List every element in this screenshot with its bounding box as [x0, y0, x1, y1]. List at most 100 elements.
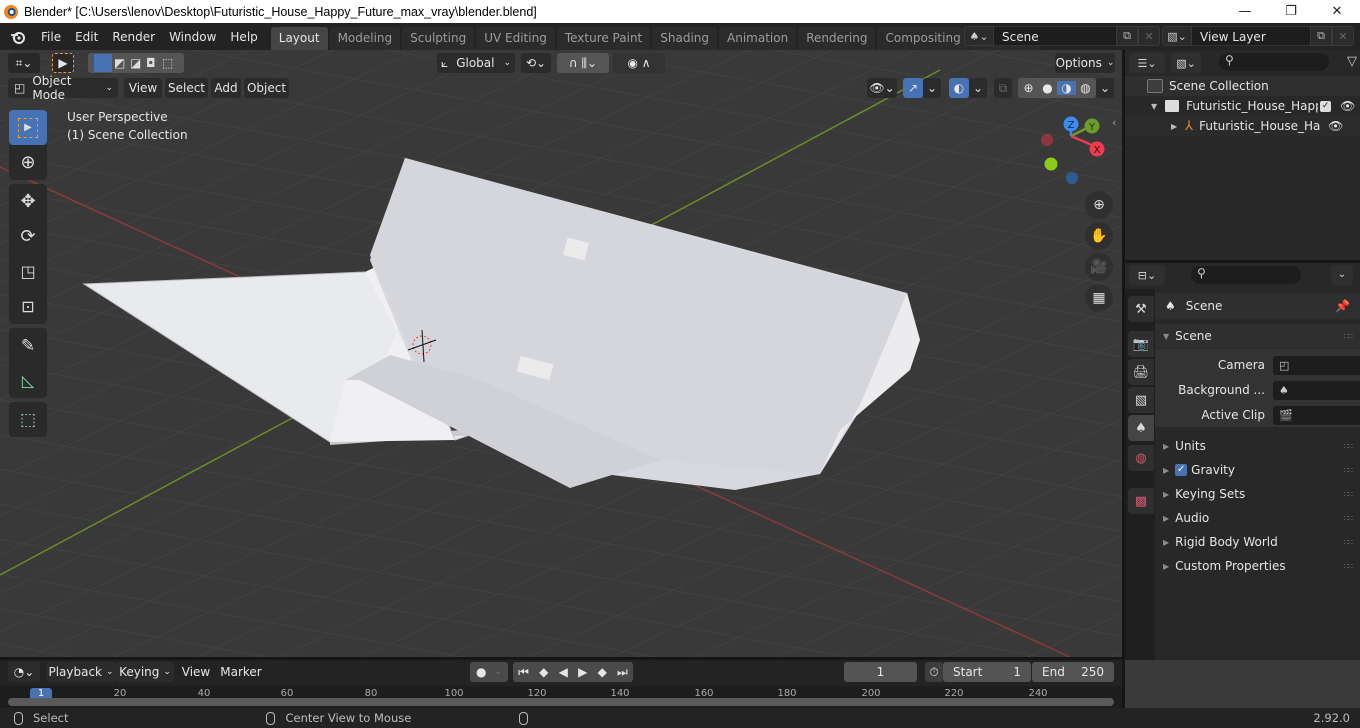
panel-custom-properties[interactable]: ▶ Custom Properties ∷∷ [1155, 554, 1360, 578]
outliner-row-object[interactable]: ▶ ⅄ Futuristic_House_Ha 👁 [1125, 116, 1360, 136]
view-layer-icon[interactable]: ▧⌄ [1162, 26, 1192, 46]
annotate-tool[interactable]: ✎ [9, 328, 47, 363]
filter-icon[interactable]: ▽ [1347, 54, 1357, 69]
scale-tool[interactable]: ◳ [9, 254, 47, 289]
rendered-shading-icon[interactable]: ◍ [1076, 81, 1095, 95]
tab-uv-editing[interactable]: UV Editing [476, 27, 555, 50]
rotate-tool[interactable]: ⟳ [9, 219, 47, 254]
delete-view-layer-icon[interactable]: ✕ [1332, 26, 1354, 46]
playback-menu[interactable]: Playback ⌄ [46, 662, 116, 682]
prev-keyframe-icon[interactable]: ◆ [539, 665, 548, 679]
start-frame-field[interactable]: Start 1 [943, 662, 1031, 682]
panel-scene-header[interactable]: ▼ Scene ∷∷ [1155, 324, 1360, 348]
timeline-view-menu[interactable]: View [180, 662, 212, 682]
panel-keying-sets[interactable]: ▶ Keying Sets ∷∷ [1155, 482, 1360, 506]
overlay-dropdown[interactable]: ⌄ [969, 78, 987, 98]
exclude-checkbox[interactable]: ✓ [1320, 100, 1332, 112]
transform-orientation-dropdown[interactable]: ⟀ Global ⌄ [437, 53, 515, 73]
select-box-tool[interactable]: ▶ [9, 110, 47, 145]
overlay-toggle[interactable]: ◐ [949, 78, 969, 98]
proportional-editing-toggle[interactable]: ◉ ∧ [613, 53, 665, 73]
snap-toggle[interactable]: ∩ ⫼⌄ [557, 53, 609, 73]
collapse-arrow-icon[interactable]: ▶ [1171, 122, 1177, 131]
editor-type-button[interactable]: ⌗⌄ [8, 53, 40, 73]
drag-handle-icon[interactable]: ∷∷ [1344, 562, 1353, 571]
navigation-gizmo[interactable]: Z Y X [1035, 112, 1115, 190]
timeline-scrollbar[interactable] [8, 698, 1114, 706]
menu-object[interactable]: Object [244, 78, 289, 98]
object-mode-dropdown[interactable]: ◰ Object Mode ⌄ [8, 74, 118, 102]
gravity-checkbox[interactable]: ✓ [1175, 464, 1188, 476]
pan-view-button[interactable]: ✋ [1085, 222, 1113, 250]
mode-set-icon[interactable] [94, 54, 112, 72]
gizmo-toggle[interactable]: ↗ [903, 78, 923, 98]
tab-layout[interactable]: Layout [270, 27, 328, 50]
auto-keying-toggle[interactable]: ● ⌄ [470, 662, 508, 682]
background-scene-field[interactable]: ♠ [1273, 380, 1360, 400]
tab-sculpting[interactable]: Sculpting [402, 27, 475, 50]
use-preview-range-toggle[interactable]: ⏱ [925, 662, 943, 682]
orthographic-toggle-button[interactable]: ▦ [1085, 284, 1113, 312]
zoom-view-button[interactable]: ⊕ [1085, 191, 1113, 219]
tab-compositing[interactable]: Compositing [877, 27, 969, 50]
jump-start-icon[interactable]: ⏮ [518, 665, 529, 680]
panel-audio[interactable]: ▶ Audio ∷∷ [1155, 506, 1360, 530]
view-layer-name-field[interactable]: View Layer [1192, 26, 1310, 46]
delete-scene-icon[interactable]: ✕ [1138, 26, 1160, 46]
menu-select[interactable]: Select [165, 78, 208, 98]
solid-shading-icon[interactable]: ● [1038, 81, 1057, 95]
tab-shading[interactable]: Shading [652, 27, 717, 50]
scene-icon[interactable]: ♠⌄ [964, 26, 994, 46]
tab-texture-paint[interactable]: Texture Paint [556, 27, 651, 50]
tab-world[interactable]: ◍ [1128, 445, 1154, 471]
new-scene-icon[interactable]: ⧉ [1116, 26, 1138, 46]
maximize-button[interactable]: ❐ [1268, 0, 1314, 23]
measure-tool[interactable]: ◺ [9, 363, 47, 398]
outliner-search-input[interactable]: ⚲ [1219, 53, 1329, 71]
mode-extend-icon[interactable]: ◩ [114, 56, 130, 70]
next-keyframe-icon[interactable]: ◆ [598, 665, 607, 679]
tab-modeling[interactable]: Modeling [329, 27, 401, 50]
add-cube-tool[interactable]: ⬚ [9, 402, 47, 437]
camera-field[interactable]: ◰ ✒ [1273, 355, 1360, 375]
menu-window[interactable]: Window [162, 26, 223, 48]
marker-menu[interactable]: Marker [218, 662, 264, 682]
drag-handle-icon[interactable]: ∷∷ [1344, 442, 1353, 451]
tab-tool[interactable]: ⚒ [1128, 296, 1154, 322]
current-frame-field[interactable]: 1 [844, 662, 917, 682]
tab-texture[interactable]: ▩ [1128, 488, 1154, 514]
mode-invert-icon[interactable]: ◘ [146, 56, 162, 70]
panel-gravity[interactable]: ▶ ✓ Gravity ∷∷ [1155, 458, 1360, 482]
move-tool[interactable]: ✥ [9, 184, 47, 219]
menu-render[interactable]: Render [105, 26, 162, 48]
end-frame-field[interactable]: End 250 [1032, 662, 1114, 682]
outliner-row-scene-collection[interactable]: Scene Collection [1125, 76, 1360, 96]
new-view-layer-icon[interactable]: ⧉ [1310, 26, 1332, 46]
select-tool-button[interactable]: ▶ [52, 53, 74, 73]
menu-edit[interactable]: Edit [68, 26, 105, 48]
outliner-editor-type-button[interactable]: ☰⌄ [1129, 53, 1165, 73]
tab-animation[interactable]: Animation [719, 27, 797, 50]
xray-toggle[interactable]: ⧉ [994, 78, 1012, 98]
timeline-ruler[interactable]: 1 20 40 60 80 100 120 140 160 180 200 22… [0, 686, 1122, 708]
selection-mode-group[interactable]: ◩ ◪ ◘ ⬚ [88, 53, 184, 73]
mode-subtract-icon[interactable]: ◪ [130, 56, 146, 70]
drag-handle-icon[interactable]: ∷∷ [1344, 514, 1353, 523]
close-button[interactable]: ✕ [1314, 0, 1360, 23]
mode-intersect-icon[interactable]: ⬚ [162, 56, 178, 70]
jump-end-icon[interactable]: ⏭ [617, 665, 628, 680]
drag-handle-icon[interactable]: ∷∷ [1344, 466, 1353, 475]
eye-icon[interactable]: 👁 [1340, 99, 1355, 113]
tab-output[interactable]: 🖨 [1128, 359, 1154, 385]
drag-handle-icon[interactable]: ∷∷ [1344, 332, 1353, 341]
properties-search-input[interactable]: ⚲ [1191, 266, 1301, 284]
visibility-dropdown[interactable]: 👁⌄ [867, 78, 897, 98]
drag-handle-icon[interactable]: ∷∷ [1344, 538, 1353, 547]
menu-view[interactable]: View [124, 78, 162, 98]
menu-add[interactable]: Add [211, 78, 241, 98]
play-icon[interactable]: ▶ [578, 665, 587, 679]
drag-handle-icon[interactable]: ∷∷ [1344, 490, 1353, 499]
transform-tool[interactable]: ⊡ [9, 289, 47, 324]
play-reverse-icon[interactable]: ◀ [559, 665, 568, 679]
tab-scene[interactable]: ♠ [1128, 415, 1154, 441]
